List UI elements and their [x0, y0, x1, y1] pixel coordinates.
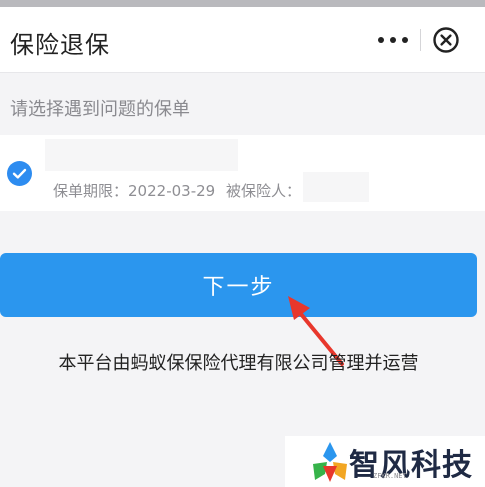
policy-name-redacted: [45, 139, 238, 171]
brand-url: ZFKR.NET: [373, 472, 407, 480]
page-header: 保险退保: [0, 7, 485, 73]
brand-watermark: 智风科技 ZFKR.NET: [285, 436, 485, 487]
mini-program-capsule: [366, 20, 478, 60]
policy-meta: 保单期限：2022-03-29 被保险人：: [53, 171, 369, 202]
insured-name-redacted: [303, 171, 369, 202]
capsule-divider: [420, 29, 421, 51]
insured-label: 被保险人：: [225, 182, 301, 200]
close-circle-icon[interactable]: [432, 26, 460, 54]
next-step-button[interactable]: 下一步: [0, 253, 477, 317]
brand-name: 智风科技: [349, 448, 473, 483]
page-title: 保险退保: [10, 31, 110, 59]
policy-term-value: 2022-03-29: [128, 182, 216, 200]
policy-term-label: 保单期限：: [53, 182, 129, 200]
more-dots-icon[interactable]: [378, 32, 408, 48]
policy-list-item[interactable]: 保单期限：2022-03-29 被保险人：: [0, 135, 485, 211]
brand-logo-icon: [313, 442, 347, 482]
checkmark-icon[interactable]: [7, 161, 32, 186]
platform-operator-notice: 本平台由蚂蚁保保险代理有限公司管理并运营: [58, 353, 419, 374]
policy-section-label: 请选择遇到问题的保单: [10, 99, 190, 120]
top-status-strip: [0, 0, 485, 7]
